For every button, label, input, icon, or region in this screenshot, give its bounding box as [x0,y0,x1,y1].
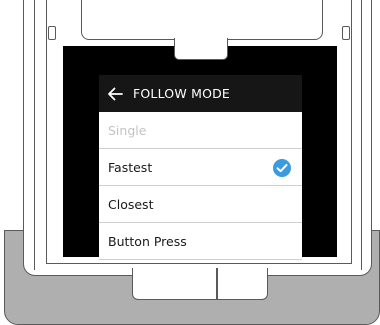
housing-rail-left [34,0,35,270]
screen-title: FOLLOW MODE [133,86,231,101]
screen-header: FOLLOW MODE [99,75,302,112]
bottom-connector [132,268,268,300]
top-window [81,0,323,40]
option-label: Fastest [108,159,153,175]
display-screen: FOLLOW MODE Single Fastest Closest Butto… [99,75,302,261]
checkmark-circle-icon [273,159,291,177]
option-label: Single [108,122,147,138]
frame-clip-right [342,26,350,40]
frame-clip-left [48,26,56,40]
connector-divider [216,268,218,300]
option-closest[interactable]: Closest [99,186,302,223]
option-label: Closest [108,196,154,212]
option-single: Single [99,112,302,149]
arrow-left-icon[interactable] [106,85,124,103]
housing-rail-right [361,0,362,270]
top-tab [174,38,228,60]
option-fastest[interactable]: Fastest [99,149,302,186]
option-label: Button Press [108,233,187,249]
option-button-press[interactable]: Button Press [99,223,302,260]
